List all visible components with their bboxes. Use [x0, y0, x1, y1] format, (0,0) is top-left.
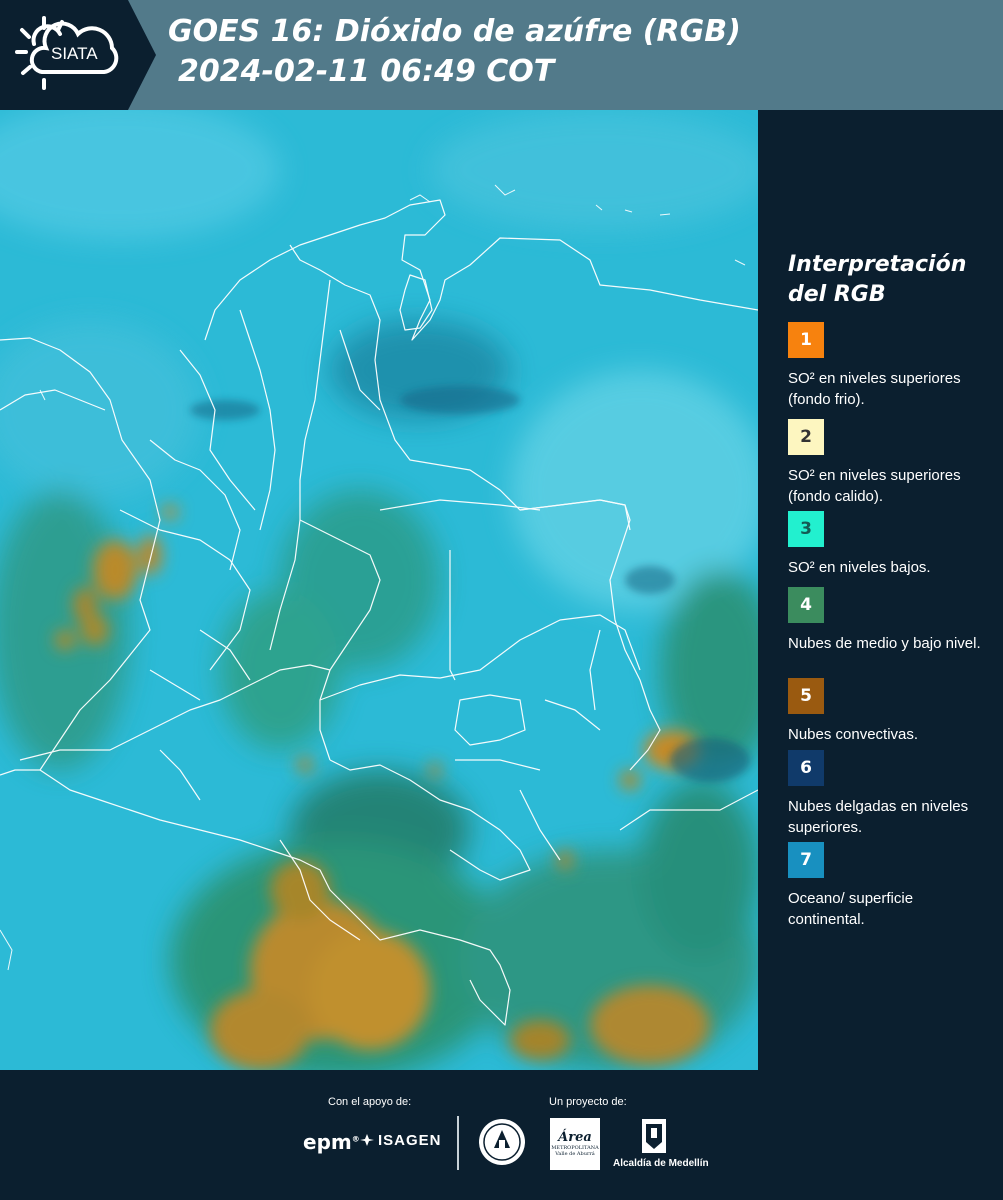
legend-item-7: 7 Oceano/ superficie continental. [788, 842, 993, 930]
area-logo-subtitle: METROPOLITANA Valle de Aburrá [551, 1145, 599, 1157]
alcaldia-label: Alcaldía de Medellín [613, 1158, 709, 1169]
epm-logo-text: epm [303, 1130, 352, 1154]
legend-label: Nubes de medio y bajo nivel. [788, 635, 981, 652]
legend-item-5: 5 Nubes convectivas. [788, 678, 993, 745]
legend-label: Nubes convectivas. [788, 726, 919, 743]
legend-swatch: 3 [788, 511, 824, 547]
university-seal-icon [479, 1119, 525, 1165]
epm-logo: epm® [303, 1130, 360, 1154]
legend-label: SO² en niveles bajos. [788, 559, 931, 576]
legend-swatch: 2 [788, 419, 824, 455]
alcaldia-shield-icon [642, 1119, 666, 1153]
project-label: Un proyecto de: [549, 1096, 627, 1108]
legend-label: Oceano/ superficie continental. [788, 890, 914, 928]
legend-item-6: 6 Nubes delgadas en niveles superiores. [788, 750, 993, 838]
area-logo-name: Área [558, 1130, 592, 1145]
legend-item-3: 3 SO² en niveles bajos. [788, 511, 993, 578]
legend-label: SO² en niveles superiores (fondo calido)… [788, 467, 961, 505]
legend-label: Nubes delgadas en niveles superiores. [788, 798, 969, 836]
logo-text: SIATA [51, 44, 98, 63]
footer: Con el apoyo de: Un proyecto de: epm® IS… [0, 1070, 1003, 1200]
legend-item-1: 1 SO² en niveles superiores (fondo frio)… [788, 322, 993, 410]
legend-swatch: 4 [788, 587, 824, 623]
legend-swatch: 7 [788, 842, 824, 878]
legend-swatch: 5 [788, 678, 824, 714]
siata-logo: SIATA [0, 0, 128, 110]
support-label: Con el apoyo de: [328, 1096, 412, 1108]
epm-registered-mark: ® [351, 1134, 360, 1144]
isagen-mark-icon [360, 1134, 374, 1146]
legend-panel: Interpretación del RGB 1 SO² en niveles … [758, 110, 1003, 1070]
header-bar: SIATA GOES 16: Dióxido de azúfre (RGB) 2… [0, 0, 1003, 110]
page-title: GOES 16: Dióxido de azúfre (RGB) [168, 14, 741, 49]
timestamp: 2024-02-11 06:49 COT [178, 54, 555, 89]
area-metropolitana-logo: Área METROPOLITANA Valle de Aburrá [550, 1118, 600, 1170]
logo-arrow [128, 0, 156, 110]
legend-item-2: 2 SO² en niveles superiores (fondo calid… [788, 419, 993, 507]
legend-swatch: 1 [788, 322, 824, 358]
legend-label: SO² en niveles superiores (fondo frio). [788, 370, 961, 408]
satellite-image [0, 110, 758, 1070]
isagen-logo: ISAGEN [360, 1132, 442, 1149]
legend-title: Interpretación del RGB [788, 252, 967, 307]
satellite-map-svg [0, 110, 758, 1070]
isagen-logo-text: ISAGEN [378, 1132, 442, 1149]
legend-item-4: 4 Nubes de medio y bajo nivel. [788, 587, 993, 654]
legend-swatch: 6 [788, 750, 824, 786]
footer-divider [457, 1116, 459, 1170]
